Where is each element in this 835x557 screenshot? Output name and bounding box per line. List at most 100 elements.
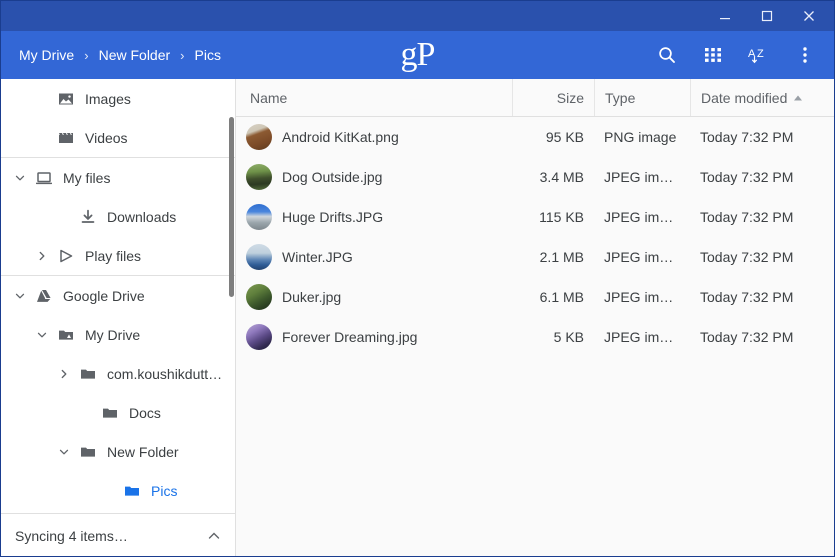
file-type-cell: JPEG ima… bbox=[594, 237, 690, 277]
sidebar-tree: Images Videos My files Downloads Play files G… bbox=[1, 79, 235, 513]
duker-thumb bbox=[246, 284, 272, 310]
drive-icon bbox=[31, 288, 57, 304]
sidebar-item-play-files[interactable]: Play files bbox=[1, 236, 235, 275]
column-header-size[interactable]: Size bbox=[512, 79, 594, 116]
breadcrumb-separator-icon: › bbox=[180, 47, 185, 63]
sidebar-item-label: Images bbox=[85, 90, 131, 107]
close-button[interactable] bbox=[788, 1, 830, 31]
column-header-type-label: Type bbox=[605, 89, 636, 106]
file-list-header: Name Size Type Date modified bbox=[236, 79, 834, 117]
folder-icon bbox=[75, 444, 101, 460]
file-name-label: Winter.JPG bbox=[282, 249, 353, 265]
file-name-label: Forever Dreaming.jpg bbox=[282, 329, 418, 345]
window-title-bar bbox=[1, 1, 834, 31]
dog-outside-thumb bbox=[246, 164, 272, 190]
more-menu-icon[interactable] bbox=[782, 31, 828, 79]
sidebar-scrollbar-thumb[interactable] bbox=[229, 117, 234, 297]
chevron-down-icon[interactable] bbox=[9, 290, 31, 302]
file-date-cell-label: Today 7:32 PM bbox=[700, 209, 794, 225]
file-date-cell-label: Today 7:32 PM bbox=[700, 249, 794, 265]
file-type-cell: JPEG ima… bbox=[594, 317, 690, 357]
file-date-cell: Today 7:32 PM bbox=[690, 157, 834, 197]
file-size-cell-label: 115 KB bbox=[539, 209, 584, 225]
sidebar-item-images[interactable]: Images bbox=[1, 79, 235, 118]
chevron-down-icon[interactable] bbox=[31, 329, 53, 341]
toolbar-actions: A Z bbox=[644, 31, 828, 79]
file-size-cell: 5 KB bbox=[512, 317, 594, 357]
minimize-button[interactable] bbox=[704, 1, 746, 31]
file-size-cell: 95 KB bbox=[512, 117, 594, 157]
breadcrumb-item-pics[interactable]: Pics bbox=[193, 45, 223, 65]
file-type-cell-label: JPEG ima… bbox=[604, 249, 680, 265]
file-date-cell: Today 7:32 PM bbox=[690, 197, 834, 237]
sidebar-item-my-drive[interactable]: My Drive bbox=[1, 315, 235, 354]
sidebar-item-new-folder[interactable]: New Folder bbox=[1, 432, 235, 471]
sidebar-item-pics[interactable]: Pics bbox=[1, 471, 235, 510]
folder-icon bbox=[119, 483, 145, 499]
file-size-cell: 3.4 MB bbox=[512, 157, 594, 197]
column-header-date-modified[interactable]: Date modified bbox=[690, 79, 834, 116]
file-row[interactable]: Android KitKat.png 95 KB PNG image Today 7:… bbox=[236, 117, 834, 157]
file-type-cell: PNG image bbox=[594, 117, 690, 157]
chevron-right-icon[interactable] bbox=[31, 250, 53, 262]
file-size-cell: 2.1 MB bbox=[512, 237, 594, 277]
file-date-cell-label: Today 7:32 PM bbox=[700, 289, 794, 305]
file-date-cell: Today 7:32 PM bbox=[690, 237, 834, 277]
sidebar-item-videos[interactable]: Videos bbox=[1, 118, 235, 157]
grid-view-icon[interactable] bbox=[690, 31, 736, 79]
sidebar-item-label: Docs bbox=[129, 404, 161, 421]
file-row[interactable]: Huge Drifts.JPG 115 KB JPEG ima… Today 7:32… bbox=[236, 197, 834, 237]
file-size-cell-label: 6.1 MB bbox=[539, 289, 584, 305]
file-date-cell: Today 7:32 PM bbox=[690, 317, 834, 357]
sidebar: Images Videos My files Downloads Play files G… bbox=[1, 79, 236, 556]
file-row[interactable]: Winter.JPG 2.1 MB JPEG ima… Today 7:32 PM bbox=[236, 237, 834, 277]
sync-status-bar[interactable]: Syncing 4 items… bbox=[1, 513, 235, 556]
file-size-cell-label: 3.4 MB bbox=[539, 169, 584, 185]
file-name-cell: Forever Dreaming.jpg bbox=[236, 317, 512, 357]
file-name-cell: Huge Drifts.JPG bbox=[236, 197, 512, 237]
file-size-cell-label: 95 KB bbox=[545, 129, 584, 145]
breadcrumb-separator-icon: › bbox=[84, 47, 89, 63]
chevron-down-icon[interactable] bbox=[9, 172, 31, 184]
file-row[interactable]: Dog Outside.jpg 3.4 MB JPEG ima… Today 7:32… bbox=[236, 157, 834, 197]
chevron-down-icon[interactable] bbox=[53, 446, 75, 458]
file-type-cell-label: JPEG ima… bbox=[604, 289, 680, 305]
breadcrumb-item-new-folder[interactable]: New Folder bbox=[97, 45, 173, 65]
file-type-cell: JPEG ima… bbox=[594, 197, 690, 237]
sort-ascending-icon bbox=[793, 94, 803, 102]
play-icon bbox=[53, 248, 79, 264]
sidebar-item-my-files[interactable]: My files bbox=[1, 158, 235, 197]
file-row[interactable]: Duker.jpg 6.1 MB JPEG ima… Today 7:32 PM bbox=[236, 277, 834, 317]
sidebar-item-label: My Drive bbox=[85, 326, 141, 343]
file-type-cell-label: PNG image bbox=[604, 129, 677, 145]
search-icon[interactable] bbox=[644, 31, 690, 79]
file-row[interactable]: Forever Dreaming.jpg 5 KB JPEG ima… Today 7… bbox=[236, 317, 834, 357]
file-name-label: Dog Outside.jpg bbox=[282, 169, 383, 185]
video-icon bbox=[53, 130, 79, 146]
column-header-type[interactable]: Type bbox=[594, 79, 690, 116]
sidebar-item-com-koushikdutt[interactable]: com.koushikdutt… bbox=[1, 354, 235, 393]
maximize-button[interactable] bbox=[746, 1, 788, 31]
sidebar-item-downloads[interactable]: Downloads bbox=[1, 197, 235, 236]
column-header-size-label: Size bbox=[556, 89, 584, 106]
watermark-logo-text: gP bbox=[400, 36, 436, 73]
sidebar-item-docs[interactable]: Docs bbox=[1, 393, 235, 432]
column-header-name[interactable]: Name bbox=[236, 79, 512, 116]
file-type-cell-label: JPEG ima… bbox=[604, 329, 680, 345]
chevron-right-icon[interactable] bbox=[53, 368, 75, 380]
file-size-cell-label: 5 KB bbox=[553, 329, 584, 345]
chevron-up-icon[interactable] bbox=[207, 529, 221, 543]
my-drive-folder-icon bbox=[53, 327, 79, 343]
file-name-label: Duker.jpg bbox=[282, 289, 342, 305]
sort-az-icon[interactable]: A Z bbox=[736, 31, 782, 79]
file-list-rows: Android KitKat.png 95 KB PNG image Today 7:… bbox=[236, 117, 834, 556]
breadcrumb-item-my-drive[interactable]: My Drive bbox=[17, 45, 76, 65]
sidebar-item-label: Pics bbox=[151, 482, 178, 499]
file-type-cell: JPEG ima… bbox=[594, 277, 690, 317]
sidebar-item-label: My files bbox=[63, 169, 111, 186]
image-icon bbox=[53, 91, 79, 107]
file-date-cell: Today 7:32 PM bbox=[690, 277, 834, 317]
sidebar-item-google-drive[interactable]: Google Drive bbox=[1, 276, 235, 315]
download-icon bbox=[75, 209, 101, 225]
breadcrumb: My Drive › New Folder › Pics bbox=[17, 45, 223, 65]
